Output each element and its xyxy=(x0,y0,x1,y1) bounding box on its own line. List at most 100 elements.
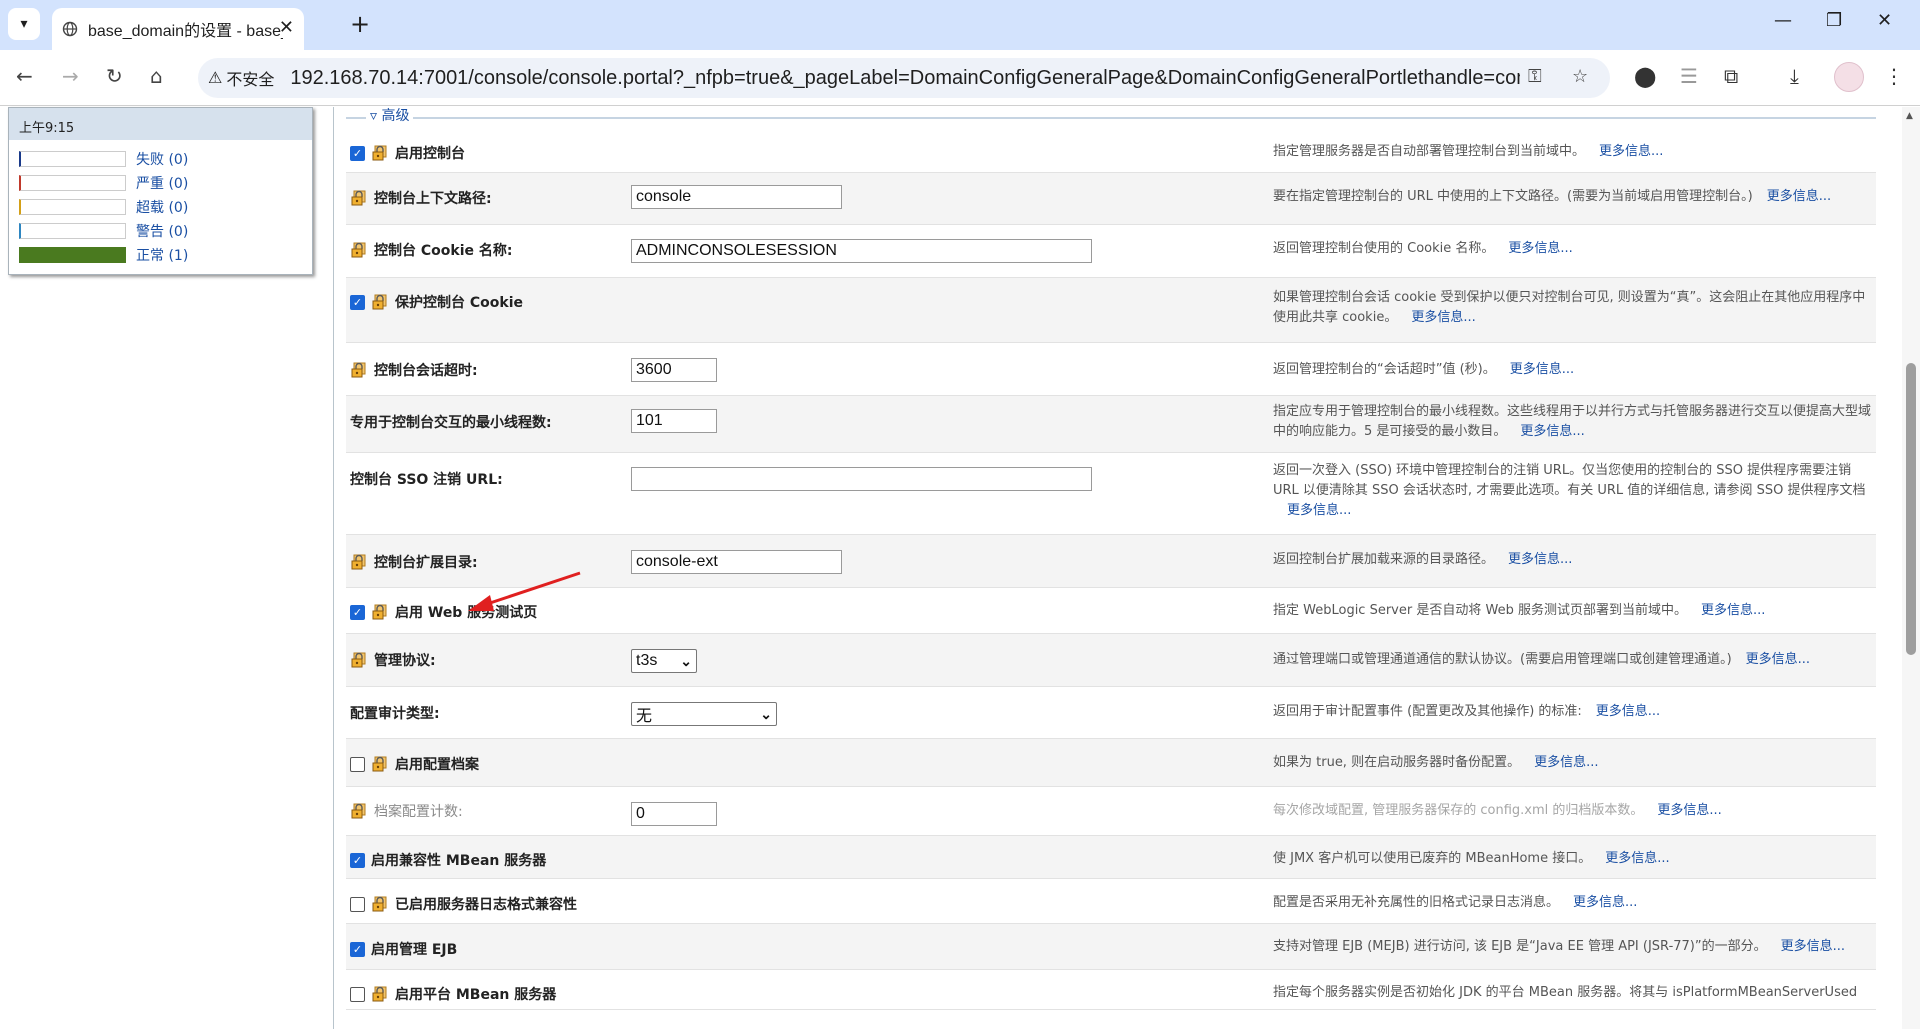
extension-bars-icon[interactable]: ☰ xyxy=(1680,64,1698,88)
scroll-thumb[interactable] xyxy=(1906,363,1916,655)
setting-label-group: ✓ 启用控制台 xyxy=(350,143,465,163)
setting-input[interactable]: 101 xyxy=(631,409,717,433)
setting-label-group: 控制台 SSO 注销 URL: xyxy=(350,469,503,489)
more-info-link[interactable]: 更多信息... xyxy=(1508,241,1572,256)
setting-label-group: 启用平台 MBean 服务器 xyxy=(350,984,556,1004)
new-tab-plus-icon[interactable]: + xyxy=(350,10,370,38)
forward-arrow-icon[interactable]: → xyxy=(62,64,79,88)
more-info-link[interactable]: 更多信息... xyxy=(1701,603,1765,618)
setting-input[interactable]: 3600 xyxy=(631,358,717,382)
more-info-link[interactable]: 更多信息... xyxy=(1520,424,1584,439)
setting-input[interactable] xyxy=(631,467,1092,491)
key-icon[interactable]: ⚿ xyxy=(1528,66,1542,87)
more-info-link[interactable]: 更多信息... xyxy=(1746,652,1810,667)
more-info-link[interactable]: 更多信息... xyxy=(1510,362,1574,377)
back-arrow-icon[interactable]: ← xyxy=(16,64,33,88)
home-icon[interactable]: ⌂ xyxy=(150,64,163,88)
setting-description: 配置是否采用无补充属性的旧格式记录日志消息。 更多信息... xyxy=(1273,893,1873,913)
more-info-link[interactable]: 更多信息... xyxy=(1657,803,1721,818)
setting-label-group: 配置审计类型: xyxy=(350,703,440,723)
extensions-puzzle-icon[interactable]: ⧉ xyxy=(1724,64,1738,88)
setting-checkbox[interactable]: ✓ xyxy=(350,145,365,161)
setting-label-group: 已启用服务器日志格式兼容性 xyxy=(350,894,577,914)
lock-icon xyxy=(371,895,389,913)
lock-icon xyxy=(350,241,368,259)
reload-icon[interactable]: ↻ xyxy=(106,64,123,88)
setting-description: 返回管理控制台使用的 Cookie 名称。 更多信息... xyxy=(1273,239,1873,259)
download-icon[interactable]: ⤓ xyxy=(1790,64,1799,88)
extension-circle-icon[interactable]: ⬤ xyxy=(1634,64,1656,88)
description-text: 返回控制台扩展加载来源的目录路径。 xyxy=(1273,552,1495,567)
advanced-section-divider: ▿ 高级 xyxy=(346,107,1876,125)
health-link-warning[interactable]: 警告 (0) xyxy=(136,221,188,241)
setting-row: 专用于控制台交互的最小线程数: 101 指定应专用于管理控制台的最小线程数。这些线程… xyxy=(346,396,1876,453)
more-info-link[interactable]: 更多信息... xyxy=(1534,755,1598,770)
advanced-section-toggle[interactable]: ▿ 高级 xyxy=(366,107,414,125)
setting-description: 指定管理服务器是否自动部署管理控制台到当前域中。 更多信息... xyxy=(1273,142,1873,162)
setting-input[interactable]: console-ext xyxy=(631,550,842,574)
more-info-link[interactable]: 更多信息... xyxy=(1596,704,1660,719)
setting-select[interactable]: t3s ⌄ xyxy=(631,649,697,673)
tab-search-chevron-icon[interactable]: ▾ xyxy=(8,8,40,40)
setting-label: 启用 Web 服务测试页 xyxy=(395,605,538,621)
setting-description: 返回管理控制台的“会话超时”值 (秒)。 更多信息... xyxy=(1273,360,1873,380)
setting-label-group: 控制台扩展目录: xyxy=(350,552,478,572)
setting-checkbox[interactable]: ✓ xyxy=(350,941,365,957)
setting-row: 控制台 SSO 注销 URL: 返回一次登入 (SSO) 环境中管理控制台的注销 … xyxy=(346,453,1876,535)
setting-row: 配置审计类型: 无 ⌄ 返回用于审计配置事件 (配置更改及其他操作) 的标准: 更多信息… xyxy=(346,687,1876,739)
bookmark-star-icon[interactable]: ☆ xyxy=(1572,66,1588,87)
health-link-critical[interactable]: 严重 (0) xyxy=(136,173,188,193)
setting-input[interactable]: ADMINCONSOLESESSION xyxy=(631,239,1092,263)
setting-checkbox[interactable]: ✓ xyxy=(350,852,365,868)
url-text[interactable]: 192.168.70.14:7001/console/console.porta… xyxy=(290,67,1520,90)
tab-strip: ▾ base_domain的设置 - base_do ✕ + — ❐ ✕ xyxy=(0,0,1920,50)
more-info-link[interactable]: 更多信息... xyxy=(1781,939,1845,954)
setting-label: 管理协议: xyxy=(374,653,436,669)
setting-input[interactable]: console xyxy=(631,185,842,209)
setting-checkbox[interactable]: ✓ xyxy=(350,604,365,620)
more-info-link[interactable]: 更多信息... xyxy=(1508,552,1572,567)
browser-tab[interactable]: base_domain的设置 - base_do ✕ xyxy=(52,8,304,50)
more-info-link[interactable]: 更多信息... xyxy=(1605,851,1669,866)
security-indicator[interactable]: ⚠ 不安全 xyxy=(208,66,274,90)
setting-row: 管理协议: t3s ⌄ 通过管理端口或管理通道通信的默认协议。(需要启用管理端口或创建… xyxy=(346,634,1876,687)
setting-input[interactable]: 0 xyxy=(631,802,717,826)
more-info-link[interactable]: 更多信息... xyxy=(1411,310,1475,325)
setting-label: 保护控制台 Cookie xyxy=(395,295,523,311)
setting-label: 档案配置计数: xyxy=(374,804,463,820)
setting-select[interactable]: 无 ⌄ xyxy=(631,702,777,726)
setting-checkbox[interactable] xyxy=(350,756,365,772)
setting-row: ✓ 启用控制台 指定管理服务器是否自动部署管理控制台到当前域中。 更多信息... xyxy=(346,131,1876,173)
setting-description: 使 JMX 客户机可以使用已废弃的 MBeanHome 接口。 更多信息... xyxy=(1273,849,1873,869)
setting-label-group: 控制台上下文路径: xyxy=(350,188,492,208)
advanced-section-title: 高级 xyxy=(381,108,410,124)
more-info-link[interactable]: 更多信息... xyxy=(1573,895,1637,910)
scroll-up-arrow-icon[interactable]: ▲ xyxy=(1906,111,1913,121)
address-bar[interactable]: ⚠ 不安全 192.168.70.14:7001/console/console… xyxy=(198,58,1610,98)
restore-icon[interactable]: ❐ xyxy=(1826,10,1842,31)
lock-icon xyxy=(350,553,368,571)
setting-label: 已启用服务器日志格式兼容性 xyxy=(395,897,577,913)
more-info-link[interactable]: 更多信息... xyxy=(1599,144,1663,159)
health-link-failed[interactable]: 失败 (0) xyxy=(136,149,188,169)
setting-label-group: 专用于控制台交互的最小线程数: xyxy=(350,412,552,432)
setting-checkbox[interactable] xyxy=(350,986,365,1002)
lock-icon xyxy=(350,189,368,207)
more-info-link[interactable]: 更多信息... xyxy=(1287,503,1351,518)
setting-label: 启用兼容性 MBean 服务器 xyxy=(371,853,547,869)
health-bar-warning xyxy=(19,223,126,239)
chevron-down-icon: ⌄ xyxy=(680,652,692,669)
minimize-icon[interactable]: — xyxy=(1774,10,1792,31)
menu-kebab-icon[interactable]: ⋮ xyxy=(1884,64,1904,88)
health-link-ok[interactable]: 正常 (1) xyxy=(136,245,188,265)
health-link-overloaded[interactable]: 超载 (0) xyxy=(136,197,188,217)
description-text: 使 JMX 客户机可以使用已废弃的 MBeanHome 接口。 xyxy=(1273,851,1592,866)
more-info-link[interactable]: 更多信息... xyxy=(1767,189,1831,204)
close-tab-icon[interactable]: ✕ xyxy=(279,19,294,37)
close-window-icon[interactable]: ✕ xyxy=(1877,10,1892,31)
page-scrollbar[interactable]: ▲ xyxy=(1902,107,1920,1029)
setting-checkbox[interactable]: ✓ xyxy=(350,294,365,310)
profile-avatar[interactable] xyxy=(1834,62,1864,92)
health-row-overloaded: 超载 (0) xyxy=(19,198,188,216)
setting-checkbox[interactable] xyxy=(350,896,365,912)
